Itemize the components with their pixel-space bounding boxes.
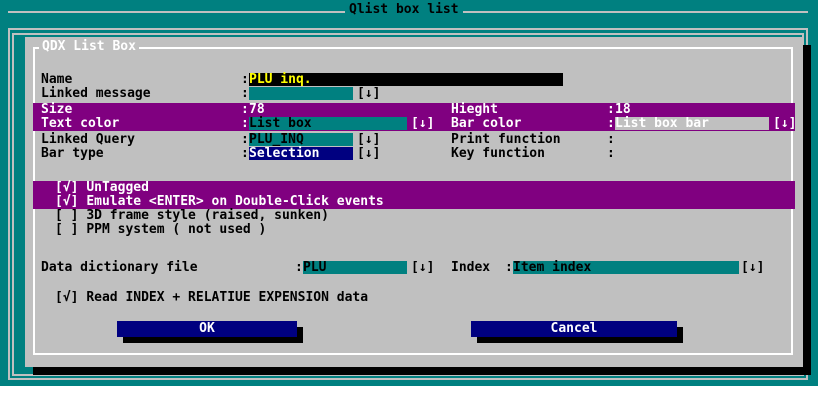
checkbox-read-index-label: Read INDEX + RELATIUE EXPENSION data: [86, 290, 369, 305]
bar-type-label: Bar type: [41, 146, 104, 161]
size-value[interactable]: 78: [249, 103, 265, 117]
data-dictionary-value: PLU: [303, 260, 327, 275]
linked-message-field[interactable]: [249, 87, 353, 100]
checkbox-ppm-system-label: PPM system ( not used ): [86, 222, 267, 237]
dialog-shadow-bottom: [33, 367, 811, 375]
bar-type-dropdown-icon[interactable]: [↓]: [357, 147, 380, 161]
text-color-label: Text color: [41, 116, 120, 131]
name-field[interactable]: PLU inq.: [249, 72, 563, 87]
bar-type-field[interactable]: Selection: [249, 146, 353, 161]
linked-query-dropdown-icon[interactable]: [↓]: [357, 133, 380, 147]
text-color-colon: :: [241, 116, 249, 131]
bar-color-dropdown-icon[interactable]: [↓]: [773, 117, 796, 131]
checkbox-emulate-enter-label: Emulate <ENTER> on Double-Click events: [86, 194, 384, 209]
ok-button[interactable]: OK: [117, 321, 297, 337]
bar-color-label: Bar color: [451, 116, 522, 131]
name-colon: :: [241, 72, 249, 87]
size-colon: :: [241, 102, 249, 117]
checkbox-ppm-system-mark[interactable]: [ ]: [55, 222, 78, 237]
bar-color-value: List box bar: [615, 116, 709, 131]
linked-query-label: Linked Query: [41, 132, 135, 147]
bar-color-colon: :: [607, 116, 615, 131]
bar-type-value: Selection: [249, 146, 320, 161]
bar-type-colon: :: [241, 146, 249, 161]
index-dropdown-icon[interactable]: [↓]: [741, 261, 764, 275]
checkbox-read-index-mark[interactable]: [√]: [55, 290, 78, 305]
data-dictionary-label: Data dictionary file: [41, 260, 198, 275]
data-dictionary-colon: :: [295, 260, 303, 275]
index-field[interactable]: Item index: [513, 260, 739, 275]
checkbox-read-index[interactable]: [√] Read INDEX + RELATIUE EXPENSION data: [55, 291, 368, 305]
checkbox-untagged-mark[interactable]: [√]: [55, 180, 78, 195]
linked-message-colon: :: [241, 86, 249, 101]
print-function-colon: :: [607, 132, 615, 147]
bar-color-field[interactable]: List box bar: [615, 116, 769, 131]
name-value: PLU inq.: [249, 72, 312, 87]
checkbox-untagged[interactable]: [√] UnTagged: [55, 181, 149, 195]
dialog-shadow-right: [803, 45, 811, 375]
checkbox-untagged-label: UnTagged: [86, 180, 149, 195]
checkbox-3d-frame[interactable]: [ ] 3D frame style (raised, sunken): [55, 209, 329, 223]
key-function-colon: :: [607, 146, 615, 161]
checkbox-emulate-enter-mark[interactable]: [√]: [55, 194, 78, 209]
linked-query-value: PLU_INQ: [249, 132, 304, 147]
linked-message-label: Linked message: [41, 86, 151, 101]
index-colon: :: [505, 260, 513, 275]
print-function-label: Print function: [451, 132, 561, 147]
height-label: Hieght: [451, 102, 498, 117]
checkbox-emulate-enter[interactable]: [√] Emulate <ENTER> on Double-Click even…: [55, 195, 384, 209]
data-dictionary-dropdown-icon[interactable]: [↓]: [411, 261, 434, 275]
checkbox-3d-frame-label: 3D frame style (raised, sunken): [86, 208, 329, 223]
text-color-dropdown-icon[interactable]: [↓]: [411, 117, 434, 131]
key-function-label: Key function: [451, 146, 545, 161]
size-label: Size: [41, 102, 73, 117]
linked-query-colon: :: [241, 132, 249, 147]
height-colon: :: [607, 102, 615, 117]
dialog-title: QDX List Box: [39, 40, 139, 54]
height-value[interactable]: 18: [615, 103, 631, 117]
index-value: Item index: [513, 260, 592, 275]
text-color-value: List box: [249, 116, 312, 131]
data-dictionary-field[interactable]: PLU: [303, 260, 407, 275]
linked-query-field[interactable]: PLU_INQ: [249, 132, 353, 147]
window-title: Qlist box list: [345, 3, 463, 17]
qdx-list-box-dialog: QDX List Box Name : PLU inq. Linked mess…: [25, 37, 803, 367]
checkbox-3d-frame-mark[interactable]: [ ]: [55, 208, 78, 223]
linked-message-dropdown-icon[interactable]: [↓]: [357, 87, 380, 101]
index-label: Index: [451, 260, 491, 275]
checkbox-ppm-system[interactable]: [ ] PPM system ( not used ): [55, 223, 266, 237]
cancel-button[interactable]: Cancel: [471, 321, 677, 337]
name-label: Name: [41, 72, 73, 87]
text-color-field[interactable]: List box: [249, 116, 407, 131]
